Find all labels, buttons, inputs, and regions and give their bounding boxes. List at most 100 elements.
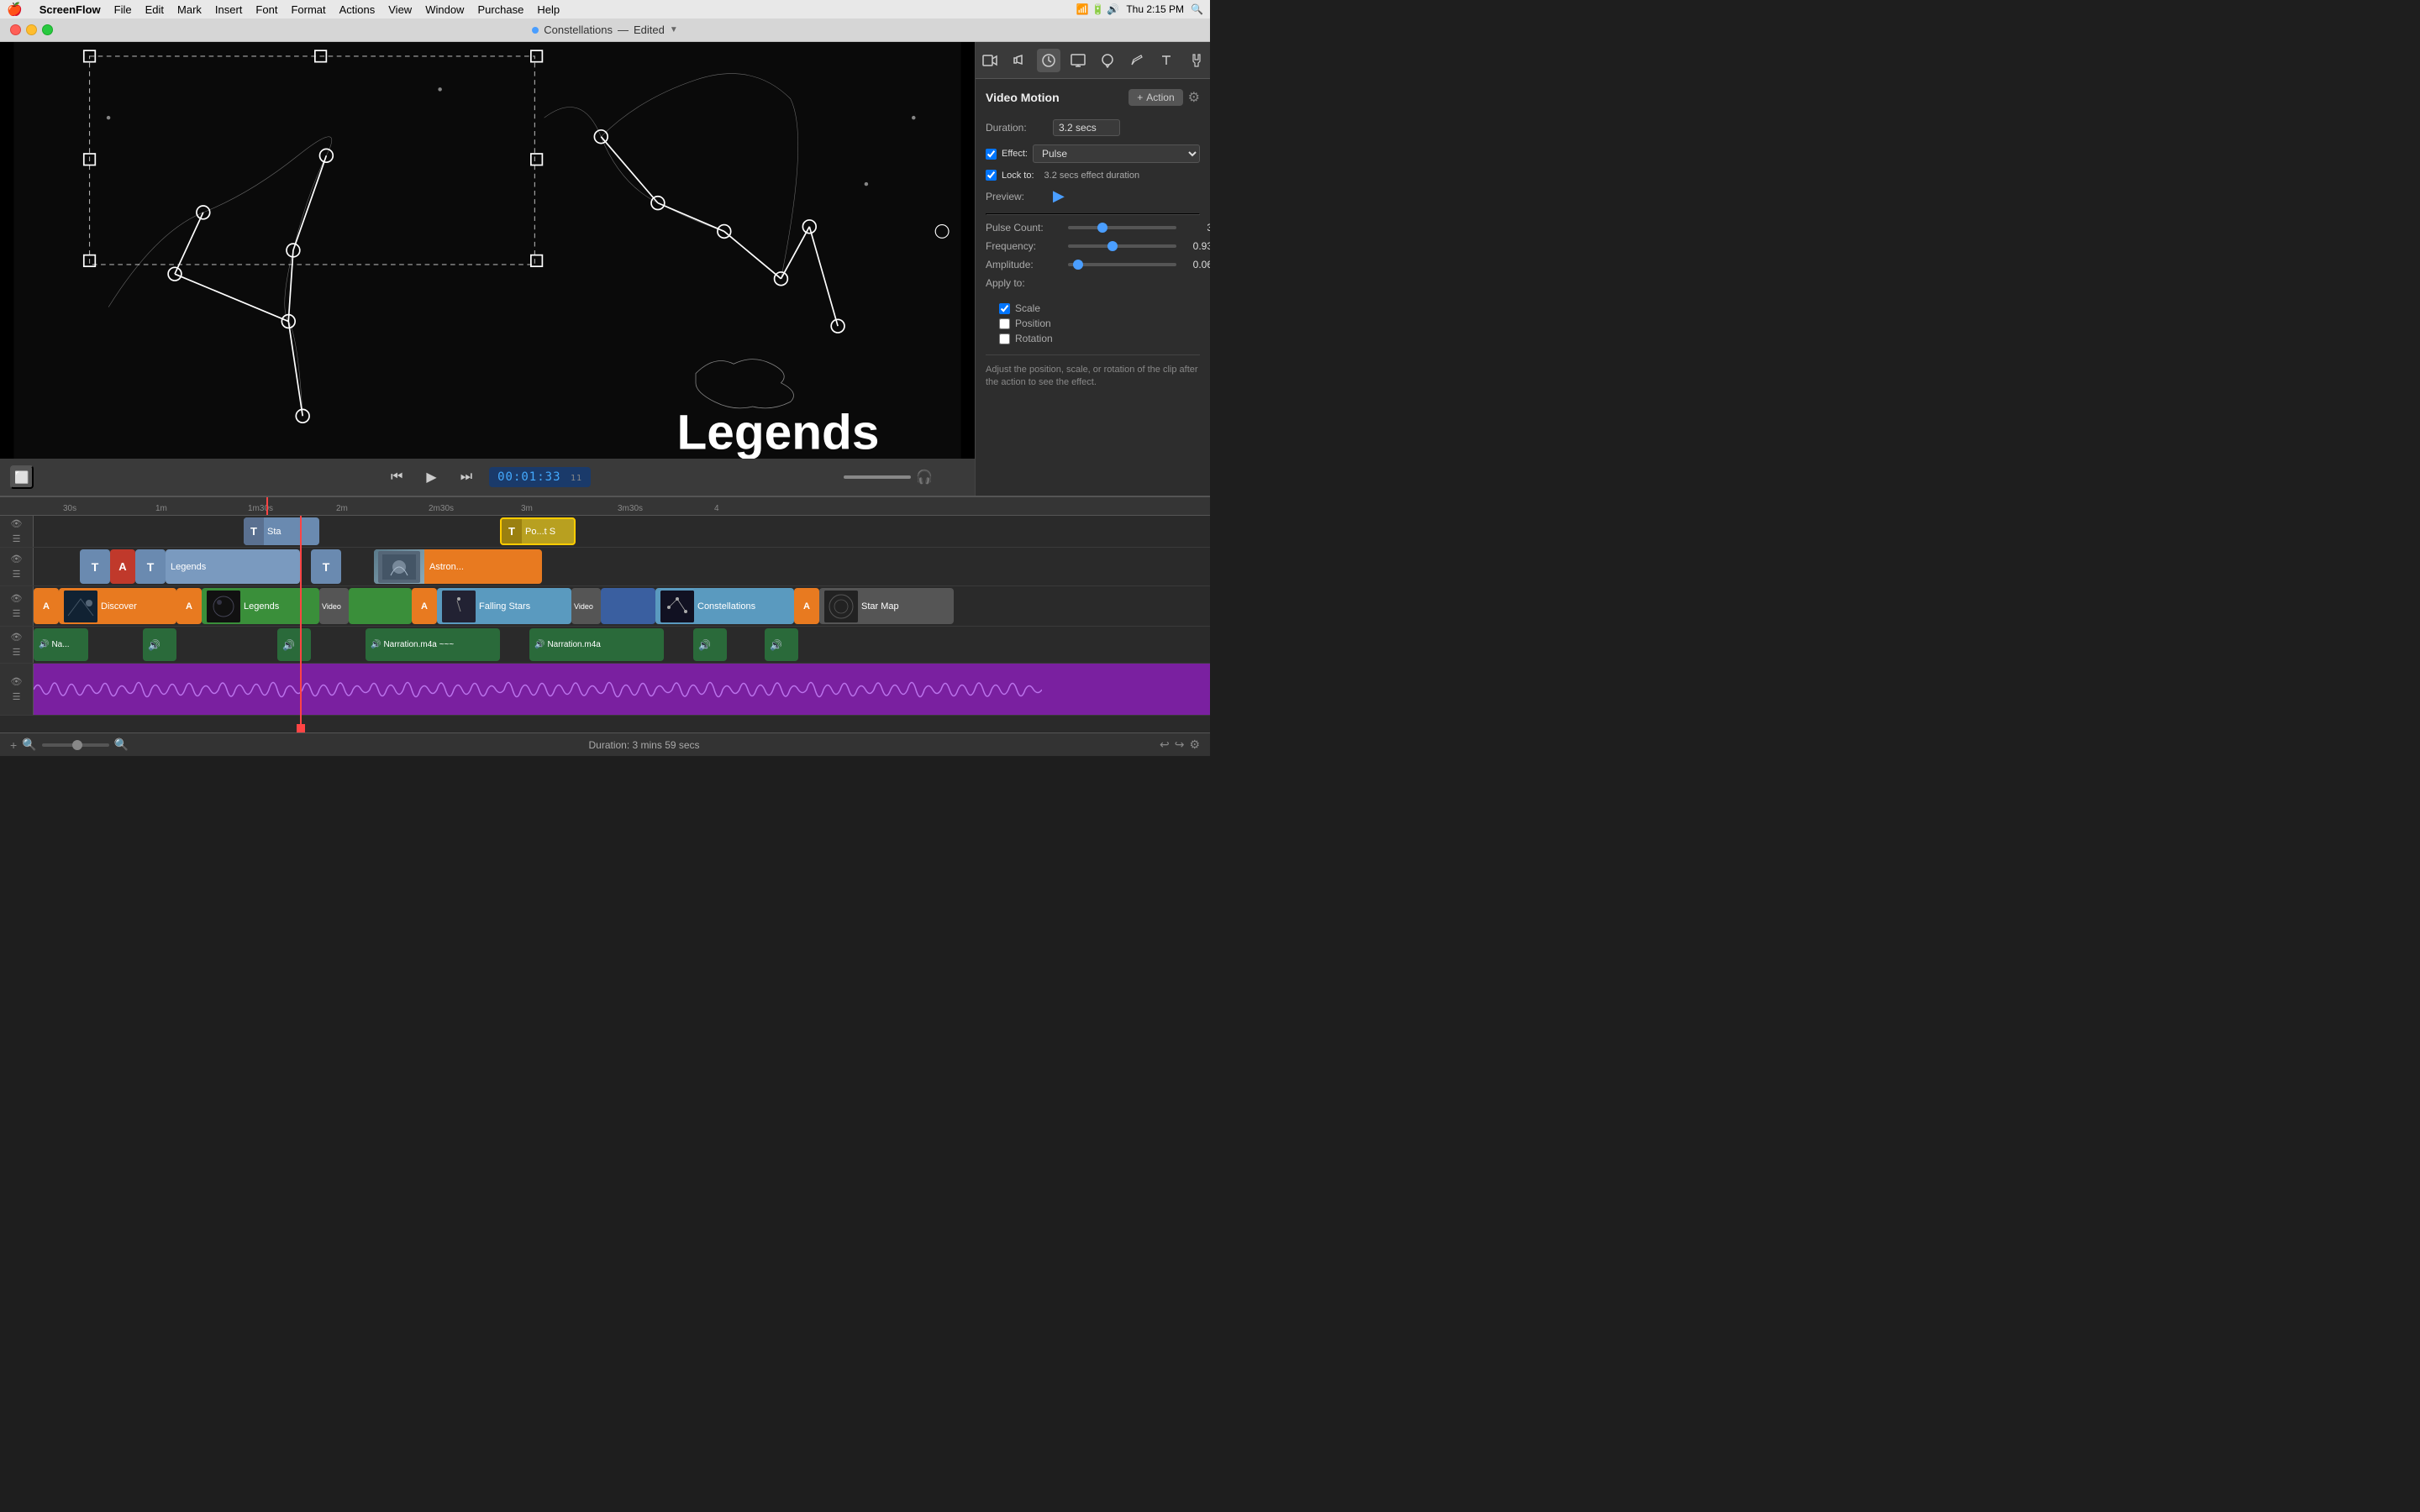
clip-t-1[interactable]: T [80,549,110,584]
clip-narration-m4a[interactable]: 🔊 Narration.m4a ~~~ [366,628,500,661]
apple-menu[interactable]: 🍎 [7,2,23,17]
clip-a-1[interactable]: A [110,549,135,584]
panel-tool-annotation[interactable] [1125,49,1149,72]
duration-input[interactable] [1053,119,1120,136]
ruler-mark-3m30s: 3m30s [618,504,643,513]
preview-play-button[interactable]: ▶ [1053,187,1065,205]
menu-file[interactable]: File [114,3,132,16]
minimize-button[interactable] [26,24,37,35]
zoom-out-button[interactable]: 🔍 [22,738,36,752]
action-button[interactable]: + Action [1128,89,1182,106]
clip-t-2[interactable]: T [135,549,166,584]
resize-button[interactable]: ⬜ [10,465,34,489]
apply-scale-checkbox[interactable] [999,303,1010,314]
clock: Thu 2:15 PM [1126,3,1184,15]
clip-astro[interactable]: Astron... [374,549,542,584]
clip-t-3[interactable]: T [311,549,341,584]
clip-narration-5[interactable]: 🔊 [765,628,798,661]
play-button[interactable]: ▶ [419,465,443,489]
track-content-2[interactable]: T A T Legends T [34,548,1210,585]
amplitude-slider[interactable] [1068,263,1176,266]
panel-tool-touch[interactable] [1184,49,1207,72]
volume-bar[interactable] [844,475,911,479]
zoom-slider[interactable] [42,743,109,747]
timeline-back-button[interactable]: ↩ [1160,738,1170,752]
clip-narration-2[interactable]: 🔊 [143,628,176,661]
clip-green-1[interactable] [349,588,412,624]
effect-checkbox[interactable] [986,149,997,160]
close-button[interactable] [10,24,21,35]
panel-settings-button[interactable]: ⚙ [1188,89,1200,106]
panel-tool-callout[interactable] [1096,49,1119,72]
clip-a-orange-3[interactable]: A [412,588,437,624]
menu-screenflow[interactable]: ScreenFlow [39,3,101,16]
track-eye-5[interactable]: 👁 [10,675,24,689]
fastforward-button[interactable]: ⏭ [454,466,479,488]
track-content-1[interactable]: T Sta T Po...t S [34,516,1210,547]
track-lock-3[interactable]: ☰ [10,607,24,621]
apply-position-checkbox[interactable] [999,318,1010,329]
menu-actions[interactable]: Actions [339,3,376,16]
clip-falling-stars[interactable]: Falling Stars [437,588,571,624]
timeline-settings-button[interactable]: ⚙ [1189,738,1200,752]
menu-view[interactable]: View [388,3,412,16]
menu-edit[interactable]: Edit [145,3,164,16]
clip-a-orange-4[interactable]: A [794,588,819,624]
add-track-button[interactable]: + [10,738,17,752]
menu-mark[interactable]: Mark [177,3,202,16]
track-eye-4[interactable]: 👁 [10,631,24,644]
track-eye-1[interactable]: 👁 [10,517,24,531]
effect-select[interactable]: Pulse [1033,144,1200,163]
track-content-3[interactable]: A Discover A [34,586,1210,626]
title-dropdown-icon[interactable]: ▼ [670,25,678,34]
panel-tool-motion[interactable] [1037,49,1060,72]
menu-format[interactable]: Format [291,3,325,16]
clip-narration-1[interactable]: 🔊 Na... [34,628,88,661]
clip-legends-video[interactable]: Legends [202,588,319,624]
menu-window[interactable]: Window [425,3,464,16]
track-content-music[interactable] [34,664,1210,715]
track-lock-4[interactable]: ☰ [10,646,24,659]
svg-text:Legends: Legends [676,406,879,459]
panel-tool-text[interactable] [1155,49,1178,72]
track-lock-5[interactable]: ☰ [10,690,24,704]
panel-tool-audio[interactable] [1007,49,1031,72]
lock-checkbox[interactable] [986,170,997,181]
track-eye-2[interactable]: 👁 [10,553,24,566]
panel-tool-screen[interactable] [1066,49,1090,72]
clip-a-orange-2[interactable]: A [176,588,202,624]
clip-constellations[interactable]: Constellations [655,588,794,624]
clip-sta[interactable]: T Sta [244,517,319,545]
menu-purchase[interactable]: Purchase [477,3,523,16]
pulse-count-row: Pulse Count: 3 [986,222,1200,234]
fullscreen-button[interactable] [42,24,53,35]
timeline-tracks[interactable]: 👁 ☰ T Sta T Po...t S [0,516,1210,732]
panel-tool-video[interactable] [978,49,1002,72]
clip-narration-m4a-2[interactable]: 🔊 Narration.m4a [529,628,664,661]
rewind-button[interactable]: ⏮ [384,466,409,488]
track-eye-3[interactable]: 👁 [10,592,24,606]
pulse-count-slider[interactable] [1068,226,1176,229]
search-icon[interactable]: 🔍 [1191,3,1203,15]
track-lock-1[interactable]: ☰ [10,533,24,546]
clip-narration-3[interactable]: 🔊 [277,628,311,661]
clip-star-map[interactable]: Star Map [819,588,954,624]
track-content-4[interactable]: 🔊 Na... 🔊 🔊 🔊 Narration.m4a ~~~ 🔊 Narrat… [34,627,1210,663]
timeline-forward-button[interactable]: ↪ [1175,738,1185,752]
menu-font[interactable]: Font [255,3,277,16]
zoom-in-button[interactable]: 🔍 [114,738,129,752]
window-title: Constellations — Edited ▼ [532,24,677,36]
clip-narration-4[interactable]: 🔊 [693,628,727,661]
clip-post[interactable]: T Po...t S [500,517,576,545]
clip-video-badge-2[interactable]: Video [571,588,601,624]
track-lock-2[interactable]: ☰ [10,568,24,581]
menu-insert[interactable]: Insert [215,3,243,16]
clip-legends-text[interactable]: Legends [166,549,300,584]
frequency-slider[interactable] [1068,244,1176,248]
clip-a-orange-1[interactable]: A [34,588,59,624]
clip-discover[interactable]: Discover [59,588,176,624]
menu-help[interactable]: Help [537,3,560,16]
clip-blue-1[interactable] [601,588,655,624]
clip-video-badge-1[interactable]: Video [319,588,349,624]
apply-rotation-checkbox[interactable] [999,333,1010,344]
